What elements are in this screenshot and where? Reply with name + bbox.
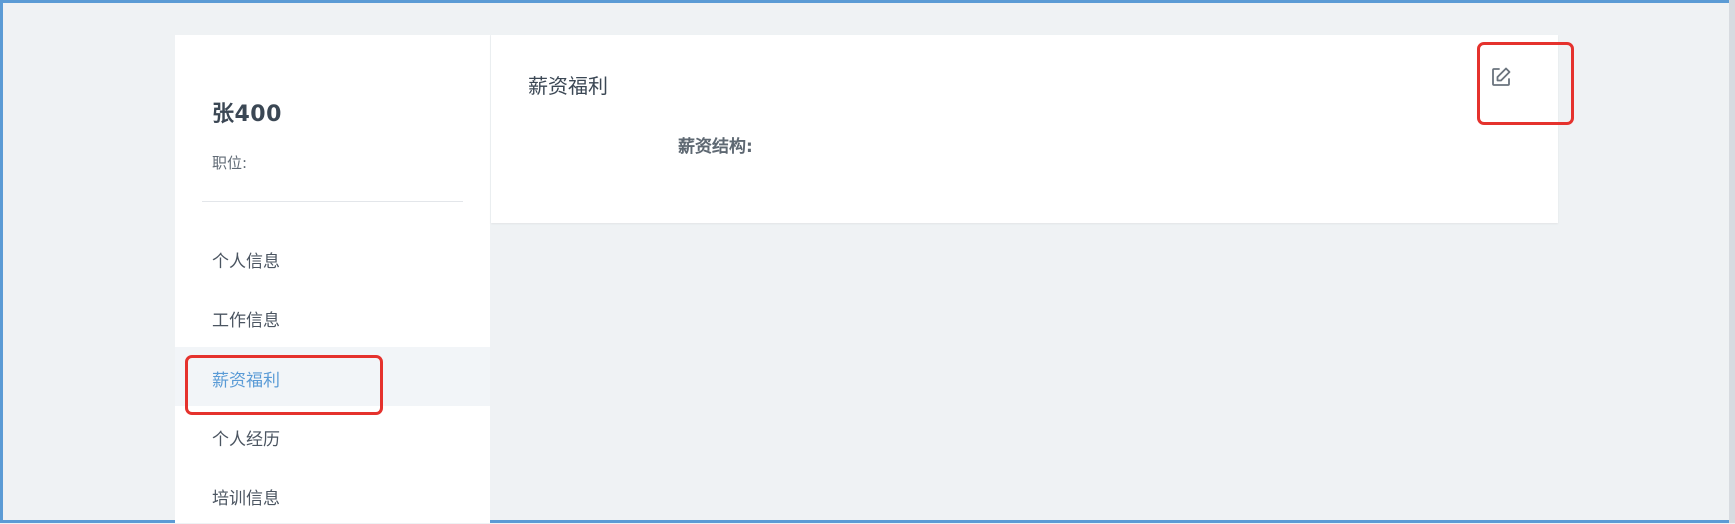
sidebar-item-label: 培训信息: [212, 489, 280, 509]
sidebar-item-salary-benefits[interactable]: 薪资福利: [175, 347, 490, 406]
sidebar-divider: [202, 201, 463, 202]
salary-structure-label: 薪资结构:: [678, 137, 753, 157]
user-name: 张400: [212, 102, 282, 127]
scrollbar-track[interactable]: [1729, 0, 1735, 523]
sidebar-item-label: 个人经历: [212, 430, 280, 450]
sidebar-item-work-info[interactable]: 工作信息: [175, 287, 490, 346]
sidebar-item-label: 薪资福利: [212, 371, 280, 391]
panel-title: 薪资福利: [528, 74, 608, 98]
position-label: 职位:: [212, 154, 248, 172]
profile-sidebar: 张400 职位: 个人信息 工作信息 薪资福利 个人经历 培训信息: [175, 35, 490, 523]
sidebar-item-label: 个人信息: [212, 252, 280, 272]
sidebar-item-training-info[interactable]: 培训信息: [175, 465, 490, 524]
sidebar-item-personal-info[interactable]: 个人信息: [175, 228, 490, 287]
edit-button[interactable]: [1489, 65, 1513, 89]
sidebar-item-personal-history[interactable]: 个人经历: [175, 406, 490, 465]
salary-benefits-panel: 薪资福利 薪资结构:: [491, 35, 1558, 223]
sidebar-item-label: 工作信息: [212, 311, 280, 331]
edit-icon: [1492, 67, 1511, 86]
